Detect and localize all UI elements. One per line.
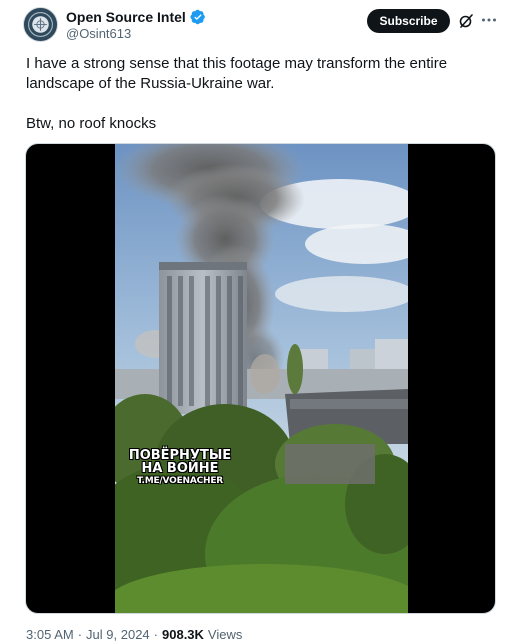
verified-badge-icon xyxy=(190,9,206,25)
author-display-name[interactable]: Open Source Intel xyxy=(66,9,186,25)
tweet-text-paragraph: Btw, no roof knocks xyxy=(26,115,157,132)
tweet-text: I have a strong sense that this footage … xyxy=(26,54,496,134)
watermark-line: НА ВОЙНЕ xyxy=(141,461,219,476)
meta-separator: · xyxy=(153,627,158,642)
more-dots-icon[interactable] xyxy=(480,11,498,29)
meta-separator: · xyxy=(77,627,83,642)
tweet-time[interactable]: 3:05 AM xyxy=(26,627,74,642)
author-handle[interactable]: @Osint613 xyxy=(66,26,131,41)
tweet-meta: 3:05 AM · Jul 9, 2024 · 908.3K Views xyxy=(26,627,242,642)
video-player[interactable]: ПОВЁРНУТЫЕ НА ВОЙНЕ T.ME/VOENACHER xyxy=(25,143,496,614)
watermark-line: T.ME/VOENACHER xyxy=(136,476,224,486)
subscribe-button[interactable]: Subscribe xyxy=(367,9,450,33)
views-label: Views xyxy=(207,627,243,642)
tweet-card: Open Source Intel @Osint613 Subscribe I … xyxy=(0,0,521,644)
views-count: 908.3K xyxy=(162,627,204,642)
slashed-circle-icon[interactable] xyxy=(458,13,474,29)
author-avatar[interactable] xyxy=(23,7,58,42)
tweet-text-paragraph: I have a strong sense that this footage … xyxy=(26,55,448,92)
tweet-date[interactable]: Jul 9, 2024 xyxy=(86,627,150,642)
video-frame: ПОВЁРНУТЫЕ НА ВОЙНЕ T.ME/VOENACHER xyxy=(115,144,408,613)
video-watermark: ПОВЁРНУТЫЕ НА ВОЙНЕ T.ME/VOENACHER xyxy=(125,449,235,488)
seal-icon xyxy=(24,8,57,41)
smoke-over-city-image xyxy=(115,144,408,613)
author-name-row[interactable]: Open Source Intel xyxy=(66,8,206,26)
